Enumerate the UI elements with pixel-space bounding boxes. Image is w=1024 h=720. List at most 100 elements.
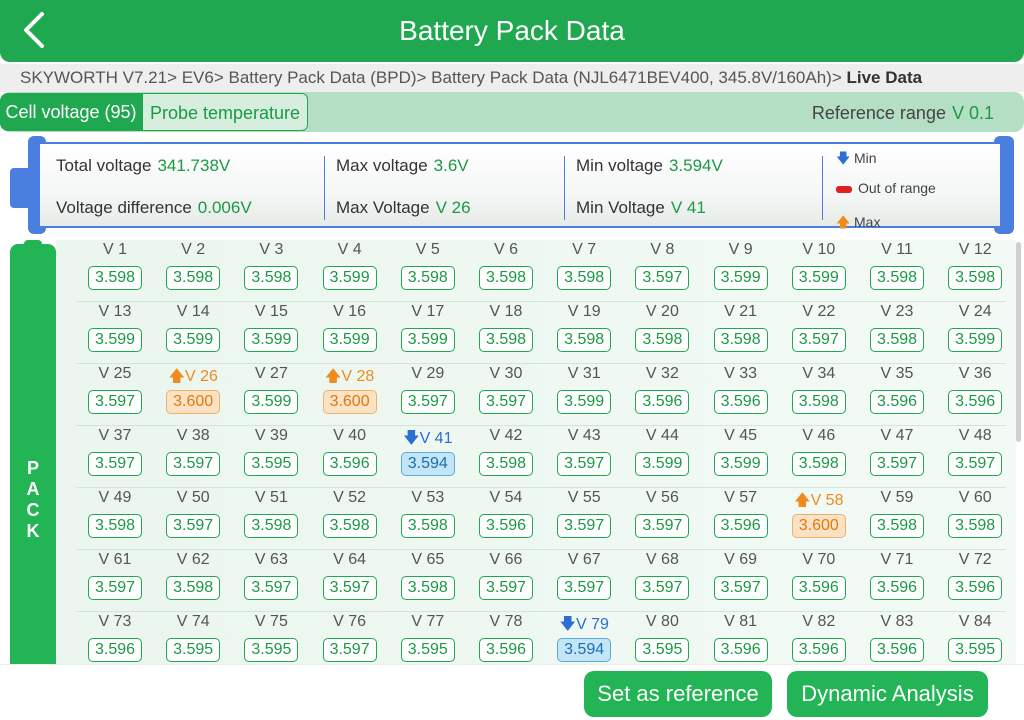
cell-voltage-value[interactable]: 3.595 bbox=[166, 638, 221, 662]
cell-voltage-value[interactable]: 3.596 bbox=[870, 576, 924, 600]
cell-voltage-value[interactable]: 3.599 bbox=[713, 266, 768, 290]
cell-voltage-value[interactable]: 3.597 bbox=[322, 638, 377, 662]
cell-voltage-value[interactable]: 3.598 bbox=[870, 328, 924, 352]
cell-voltage-value[interactable]: 3.597 bbox=[635, 514, 690, 538]
cell-voltage-value[interactable]: 3.596 bbox=[88, 638, 142, 662]
cell-voltage-value[interactable]: 3.596 bbox=[479, 514, 533, 538]
cell-voltage-value[interactable]: 3.598 bbox=[88, 514, 142, 538]
cell-voltage-value[interactable]: 3.596 bbox=[479, 638, 533, 662]
cell-voltage-value[interactable]: 3.597 bbox=[400, 390, 455, 414]
cell-voltage-value[interactable]: 3.596 bbox=[948, 576, 1003, 600]
cell-voltage-value[interactable]: 3.598 bbox=[400, 266, 455, 290]
cell-voltage-value[interactable]: 3.596 bbox=[322, 452, 377, 476]
cell-voltage-value[interactable]: 3.598 bbox=[557, 328, 612, 352]
cell-voltage-value[interactable]: 3.597 bbox=[870, 452, 924, 476]
cell-voltage-value[interactable]: 3.598 bbox=[791, 452, 846, 476]
cell-grid-area[interactable]: PACK V 1 3.598 V 2 3.598 V 3 3.598 V 4 3.599 V 5… bbox=[0, 240, 1024, 664]
scrollbar[interactable] bbox=[1016, 242, 1021, 442]
cell-voltage-value[interactable]: 3.600 bbox=[791, 514, 846, 538]
min-voltage: Min voltage 3.594V bbox=[576, 156, 723, 176]
cell-voltage-value[interactable]: 3.598 bbox=[400, 514, 455, 538]
cell-voltage-value[interactable]: 3.599 bbox=[713, 452, 768, 476]
cell-name: V 79 bbox=[575, 616, 609, 633]
cell-voltage-value[interactable]: 3.598 bbox=[322, 514, 377, 538]
cell-voltage-value[interactable]: 3.597 bbox=[635, 576, 690, 600]
cell-voltage-value[interactable]: 3.596 bbox=[635, 390, 690, 414]
cell-voltage-value[interactable]: 3.599 bbox=[244, 390, 299, 414]
cell-voltage-value[interactable]: 3.597 bbox=[166, 452, 221, 476]
cell-label: V 65 bbox=[389, 551, 467, 569]
cell-voltage-value[interactable]: 3.597 bbox=[557, 576, 612, 600]
cell-voltage-value[interactable]: 3.599 bbox=[400, 328, 455, 352]
cell-name: V 40 bbox=[333, 427, 367, 444]
cell-voltage-value[interactable]: 3.598 bbox=[166, 266, 221, 290]
cell-voltage-value[interactable]: 3.598 bbox=[479, 452, 533, 476]
cell-voltage-value[interactable]: 3.597 bbox=[88, 452, 142, 476]
dynamic-analysis-button[interactable]: Dynamic Analysis bbox=[787, 671, 988, 717]
total-voltage-value: 341.738V bbox=[157, 156, 231, 175]
cell-voltage-value[interactable]: 3.599 bbox=[948, 328, 1003, 352]
cell-voltage-value[interactable]: 3.597 bbox=[948, 452, 1003, 476]
cell-voltage-value[interactable]: 3.599 bbox=[557, 390, 612, 414]
cell-voltage-value[interactable]: 3.596 bbox=[870, 638, 924, 662]
cell-voltage-value[interactable]: 3.598 bbox=[88, 266, 142, 290]
cell-voltage-value[interactable]: 3.597 bbox=[244, 576, 299, 600]
cell-voltage-value[interactable]: 3.596 bbox=[870, 390, 924, 414]
cell-voltage-value[interactable]: 3.598 bbox=[870, 266, 924, 290]
cell-voltage-value[interactable]: 3.597 bbox=[322, 576, 377, 600]
cell-voltage-value[interactable]: 3.599 bbox=[322, 266, 377, 290]
cell-voltage-value[interactable]: 3.598 bbox=[479, 328, 533, 352]
cell-voltage-value[interactable]: 3.599 bbox=[322, 328, 377, 352]
cell-voltage-value[interactable]: 3.595 bbox=[948, 638, 1003, 662]
cell-voltage-value[interactable]: 3.599 bbox=[635, 452, 690, 476]
cell-voltage-value[interactable]: 3.598 bbox=[635, 328, 690, 352]
cell-voltage-value[interactable]: 3.594 bbox=[400, 452, 455, 476]
cell-voltage-value[interactable]: 3.600 bbox=[322, 390, 377, 414]
cell-voltage-value[interactable]: 3.597 bbox=[479, 576, 533, 600]
cell-voltage-value[interactable]: 3.599 bbox=[88, 328, 142, 352]
cell-voltage-value[interactable]: 3.595 bbox=[400, 638, 455, 662]
cell-voltage-value[interactable]: 3.597 bbox=[88, 390, 142, 414]
cell-voltage-value[interactable]: 3.596 bbox=[948, 390, 1003, 414]
cell-voltage-value[interactable]: 3.598 bbox=[948, 514, 1003, 538]
cell-voltage-value[interactable]: 3.597 bbox=[635, 266, 690, 290]
tab-probe-temperature[interactable]: Probe temperature bbox=[142, 93, 308, 131]
cell-name: V 36 bbox=[958, 365, 992, 382]
cell-name: V 82 bbox=[802, 613, 836, 630]
cell-voltage-value[interactable]: 3.595 bbox=[244, 452, 299, 476]
cell-voltage-value[interactable]: 3.598 bbox=[479, 266, 533, 290]
cell-label: V 63 bbox=[232, 551, 310, 569]
cell-voltage-value[interactable]: 3.598 bbox=[870, 514, 924, 538]
cell-voltage-value[interactable]: 3.597 bbox=[713, 576, 768, 600]
cell-voltage-value[interactable]: 3.597 bbox=[791, 328, 846, 352]
cell-voltage-value[interactable]: 3.598 bbox=[791, 390, 846, 414]
cell-voltage-value[interactable]: 3.595 bbox=[635, 638, 690, 662]
cell-voltage-value[interactable]: 3.600 bbox=[166, 390, 221, 414]
cell-voltage-value[interactable]: 3.598 bbox=[713, 328, 768, 352]
cell-voltage-value[interactable]: 3.597 bbox=[557, 514, 612, 538]
cell-voltage-value[interactable]: 3.594 bbox=[557, 638, 612, 662]
set-as-reference-button[interactable]: Set as reference bbox=[584, 671, 772, 717]
cell-voltage-value[interactable]: 3.596 bbox=[791, 576, 846, 600]
cell-voltage-value[interactable]: 3.599 bbox=[244, 328, 299, 352]
cell-voltage-value[interactable]: 3.599 bbox=[166, 328, 221, 352]
cell-name: V 66 bbox=[489, 551, 523, 568]
cell-voltage-value[interactable]: 3.597 bbox=[557, 452, 612, 476]
cell-voltage-value[interactable]: 3.598 bbox=[557, 266, 612, 290]
cell-voltage-value[interactable]: 3.598 bbox=[948, 266, 1003, 290]
cell-voltage-value[interactable]: 3.596 bbox=[791, 638, 846, 662]
cell-voltage-value[interactable]: 3.597 bbox=[166, 514, 221, 538]
reference-range-value[interactable]: V 0.1 bbox=[952, 103, 994, 123]
cell-voltage-value[interactable]: 3.596 bbox=[713, 638, 768, 662]
cell-voltage-value[interactable]: 3.595 bbox=[244, 638, 299, 662]
cell-voltage-value[interactable]: 3.599 bbox=[791, 266, 846, 290]
tab-cell-voltage[interactable]: Cell voltage (95) bbox=[0, 93, 142, 131]
cell-voltage-value[interactable]: 3.598 bbox=[400, 576, 455, 600]
cell-voltage-value[interactable]: 3.596 bbox=[713, 514, 768, 538]
cell-voltage-value[interactable]: 3.597 bbox=[88, 576, 142, 600]
cell-voltage-value[interactable]: 3.596 bbox=[713, 390, 768, 414]
cell-voltage-value[interactable]: 3.598 bbox=[244, 266, 299, 290]
cell-voltage-value[interactable]: 3.597 bbox=[479, 390, 533, 414]
cell-voltage-value[interactable]: 3.598 bbox=[244, 514, 299, 538]
cell-voltage-value[interactable]: 3.598 bbox=[166, 576, 221, 600]
